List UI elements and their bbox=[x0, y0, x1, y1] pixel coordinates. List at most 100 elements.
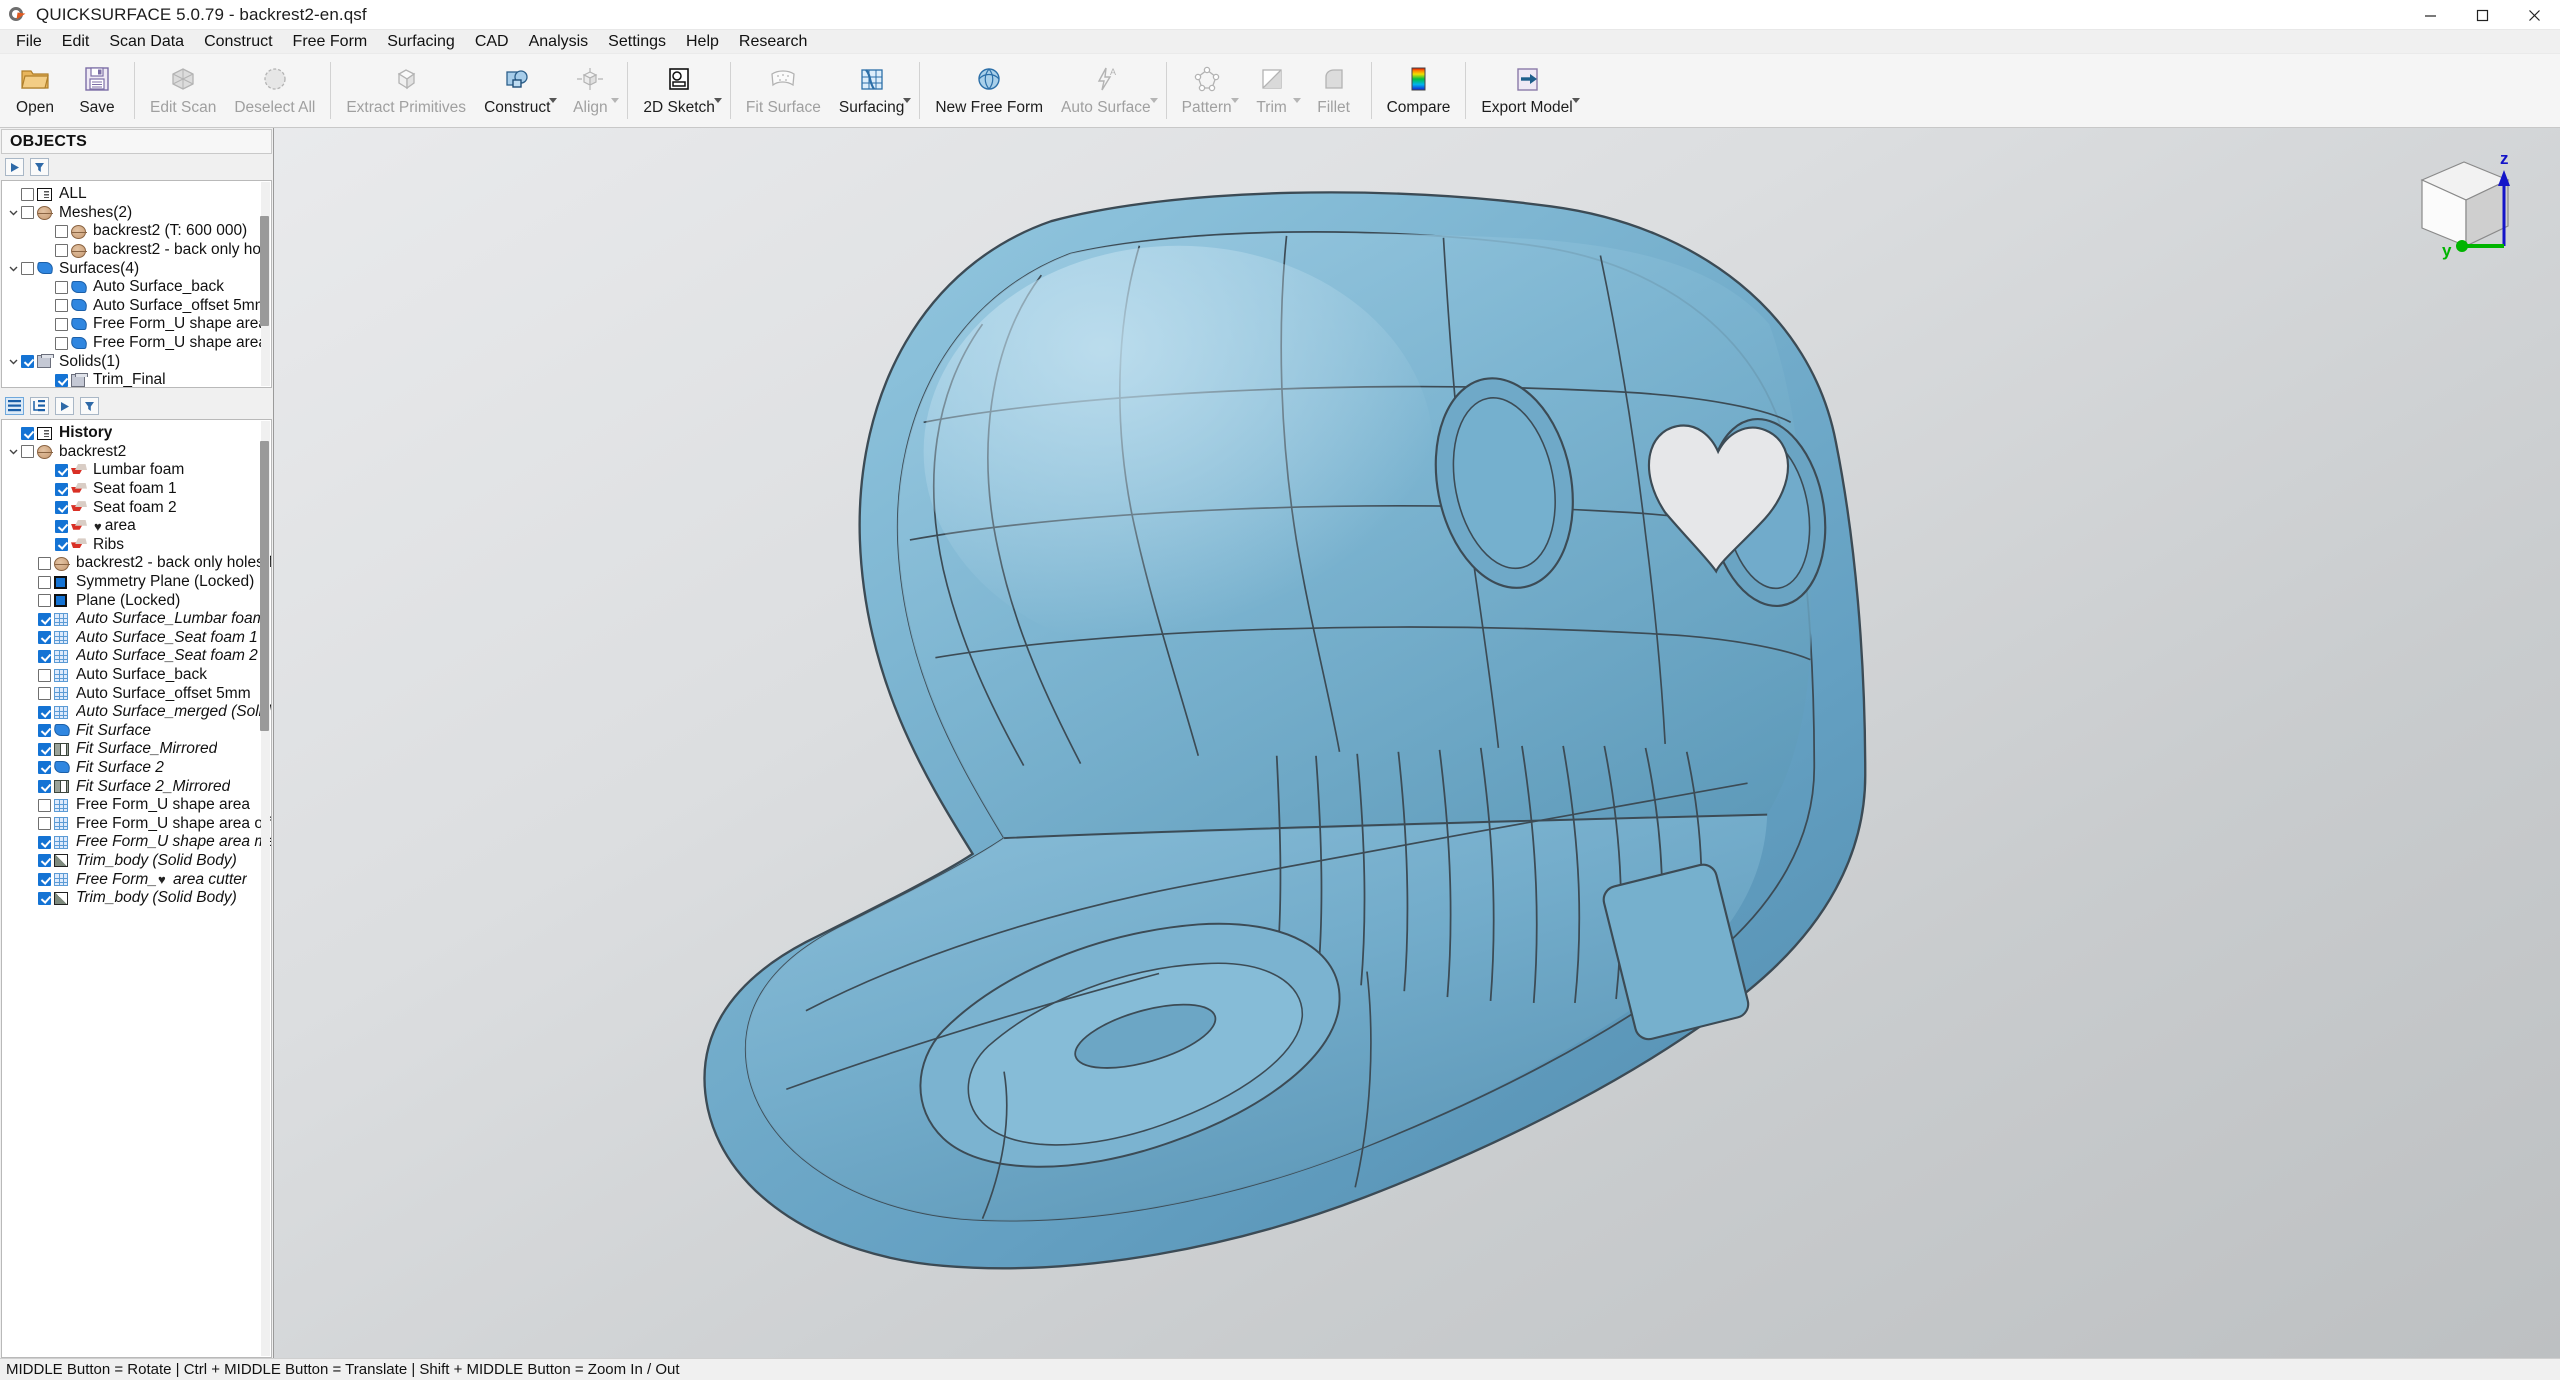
tree-row[interactable]: backrest2 - back only hol bbox=[2, 241, 271, 260]
tree-row[interactable]: Fit Surface bbox=[2, 722, 271, 741]
visibility-checkbox[interactable] bbox=[38, 687, 51, 701]
tree-row[interactable]: Free Form_♥ area cutter bbox=[2, 870, 271, 889]
tree-row[interactable]: Fit Surface 2 bbox=[2, 759, 271, 778]
objects-scrollbar[interactable] bbox=[260, 182, 270, 386]
tree-row[interactable]: Solids(1) bbox=[2, 352, 271, 371]
tree-row[interactable]: Auto Surface_back bbox=[2, 278, 271, 297]
minimize-button[interactable] bbox=[2404, 0, 2456, 30]
toolbar-export-model-button[interactable]: Export Model bbox=[1472, 54, 1581, 127]
tree-row[interactable]: Meshes(2) bbox=[2, 204, 271, 223]
visibility-checkbox[interactable] bbox=[38, 556, 51, 570]
visibility-checkbox[interactable] bbox=[38, 835, 51, 849]
history-tree-container[interactable]: History backrest2 Lumbar foam Seat foam 1 Se… bbox=[1, 419, 272, 1358]
tree-row[interactable]: Auto Surface_Lumbar foam bbox=[2, 610, 271, 629]
tree-row[interactable]: Seat foam 2 bbox=[2, 498, 271, 517]
funnel-filter-icon[interactable] bbox=[80, 397, 99, 415]
tree-row[interactable]: Lumbar foam bbox=[2, 461, 271, 480]
tree-row[interactable]: Free Form_U shape area c bbox=[2, 334, 271, 353]
menu-surfacing[interactable]: Surfacing bbox=[377, 30, 465, 54]
tree-row[interactable]: Auto Surface_offset 5mm bbox=[2, 684, 271, 703]
visibility-checkbox[interactable] bbox=[38, 780, 51, 794]
menu-cad[interactable]: CAD bbox=[465, 30, 519, 54]
menu-research[interactable]: Research bbox=[729, 30, 817, 54]
tree-view-icon[interactable] bbox=[30, 397, 49, 415]
visibility-checkbox[interactable] bbox=[38, 873, 51, 887]
chevron-down-icon[interactable] bbox=[6, 264, 21, 273]
visibility-checkbox[interactable] bbox=[38, 705, 51, 719]
visibility-checkbox[interactable] bbox=[38, 631, 51, 645]
visibility-checkbox[interactable] bbox=[38, 854, 51, 868]
objects-tree-container[interactable]: ALL Meshes(2) backrest2 (T: 600 000) backre… bbox=[1, 180, 272, 388]
menu-edit[interactable]: Edit bbox=[52, 30, 100, 54]
toolbar-surfacing-button[interactable]: Surfacing bbox=[830, 54, 913, 127]
tree-row[interactable]: Free Form_U shape area offs bbox=[2, 814, 271, 833]
visibility-checkbox[interactable] bbox=[55, 538, 68, 552]
visibility-checkbox[interactable] bbox=[55, 463, 68, 477]
chevron-down-icon[interactable] bbox=[713, 98, 722, 103]
tree-row[interactable]: backrest2 - back only holes f bbox=[2, 554, 271, 573]
visibility-checkbox[interactable] bbox=[38, 668, 51, 682]
menu-help[interactable]: Help bbox=[676, 30, 729, 54]
backrest-shell-model[interactable] bbox=[274, 128, 2560, 1358]
menu-settings[interactable]: Settings bbox=[598, 30, 676, 54]
tree-row[interactable]: Symmetry Plane (Locked) bbox=[2, 573, 271, 592]
tree-row[interactable]: Free Form_U shape area merg bbox=[2, 833, 271, 852]
tree-row[interactable]: Seat foam 1 bbox=[2, 480, 271, 499]
history-scroll-thumb[interactable] bbox=[260, 441, 269, 731]
tree-row[interactable]: Trim_body (Solid Body) bbox=[2, 852, 271, 871]
objects-scroll-thumb[interactable] bbox=[260, 216, 269, 326]
tree-row[interactable]: Free Form_U shape area bbox=[2, 796, 271, 815]
play-filter-icon[interactable] bbox=[5, 158, 24, 176]
chevron-down-icon[interactable] bbox=[6, 208, 21, 217]
chevron-down-icon[interactable] bbox=[1230, 98, 1239, 103]
visibility-checkbox[interactable] bbox=[21, 262, 34, 276]
menu-construct[interactable]: Construct bbox=[194, 30, 282, 54]
menu-scan-data[interactable]: Scan Data bbox=[99, 30, 194, 54]
tree-row[interactable]: Plane (Locked) bbox=[2, 591, 271, 610]
tree-row[interactable]: Fit Surface_Mirrored bbox=[2, 740, 271, 759]
visibility-checkbox[interactable] bbox=[55, 299, 68, 313]
chevron-down-icon[interactable] bbox=[6, 357, 21, 366]
chevron-down-icon[interactable] bbox=[6, 447, 21, 456]
3d-viewport[interactable]: z y bbox=[274, 128, 2560, 1358]
visibility-checkbox[interactable] bbox=[21, 445, 34, 459]
tree-row[interactable]: Auto Surface_Seat foam 2 bbox=[2, 647, 271, 666]
close-button[interactable] bbox=[2508, 0, 2560, 30]
menu-analysis[interactable]: Analysis bbox=[519, 30, 599, 54]
toolbar-save-button[interactable]: Save bbox=[66, 54, 128, 127]
visibility-checkbox[interactable] bbox=[55, 280, 68, 294]
tree-row[interactable]: ♥ area bbox=[2, 517, 271, 536]
visibility-checkbox[interactable] bbox=[55, 373, 68, 387]
chevron-down-icon[interactable] bbox=[1571, 98, 1580, 103]
toolbar-open-button[interactable]: Open bbox=[4, 54, 66, 127]
tree-row[interactable]: backrest2 bbox=[2, 443, 271, 462]
tree-row[interactable]: Auto Surface_back bbox=[2, 666, 271, 685]
view-cube[interactable]: z y bbox=[2392, 146, 2542, 266]
tree-row[interactable]: History bbox=[2, 424, 271, 443]
chevron-down-icon[interactable] bbox=[903, 98, 912, 103]
visibility-checkbox[interactable] bbox=[38, 649, 51, 663]
tree-row[interactable]: Surfaces(4) bbox=[2, 259, 271, 278]
tree-row[interactable]: Auto Surface_offset 5mm bbox=[2, 297, 271, 316]
chevron-down-icon[interactable] bbox=[549, 98, 558, 103]
tree-row[interactable]: ALL bbox=[2, 185, 271, 204]
visibility-checkbox[interactable] bbox=[55, 243, 68, 257]
funnel-filter-icon[interactable] bbox=[30, 158, 49, 176]
chevron-down-icon[interactable] bbox=[1292, 98, 1301, 103]
toolbar-2d-sketch-button[interactable]: 2D Sketch bbox=[634, 54, 724, 127]
tree-row[interactable]: backrest2 (T: 600 000) bbox=[2, 222, 271, 241]
tree-row[interactable]: Fit Surface 2_Mirrored bbox=[2, 777, 271, 796]
tree-row[interactable]: Free Form_U shape area bbox=[2, 315, 271, 334]
visibility-checkbox[interactable] bbox=[55, 336, 68, 350]
visibility-checkbox[interactable] bbox=[38, 612, 51, 626]
visibility-checkbox[interactable] bbox=[21, 355, 34, 369]
tree-row[interactable]: Trim_Final bbox=[2, 371, 271, 387]
visibility-checkbox[interactable] bbox=[55, 519, 68, 533]
visibility-checkbox[interactable] bbox=[21, 187, 34, 201]
visibility-checkbox[interactable] bbox=[38, 575, 51, 589]
list-view-icon[interactable] bbox=[5, 397, 24, 415]
visibility-checkbox[interactable] bbox=[55, 224, 68, 238]
visibility-checkbox[interactable] bbox=[55, 482, 68, 496]
visibility-checkbox[interactable] bbox=[38, 594, 51, 608]
play-filter-icon[interactable] bbox=[55, 397, 74, 415]
